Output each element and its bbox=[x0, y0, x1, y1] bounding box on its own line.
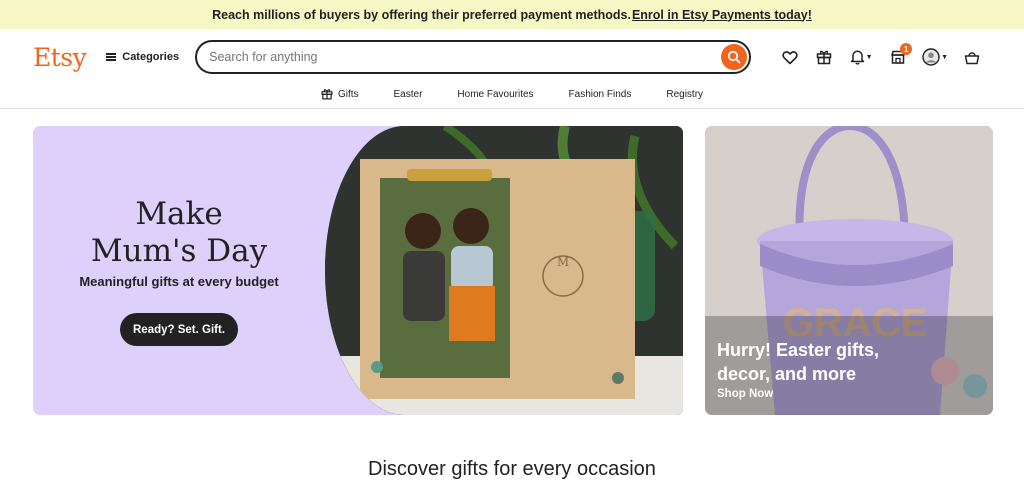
easter-promo-card[interactable]: GRACE Hurry! Easter gifts, decor, and mo… bbox=[705, 126, 993, 415]
nav-label: Registry bbox=[666, 88, 704, 100]
promo-banner-link[interactable]: Enrol in Etsy Payments today! bbox=[632, 8, 812, 22]
site-header: Etsy Categories ▼ 1 ▼ bbox=[0, 29, 1024, 85]
hero-cta-button[interactable]: Ready? Set. Gift. bbox=[120, 313, 239, 346]
hero-subtitle: Meaningful gifts at every budget bbox=[79, 274, 279, 289]
promo-banner: Reach millions of buyers by offering the… bbox=[0, 0, 1024, 29]
notifications-button[interactable]: ▼ bbox=[841, 40, 881, 74]
photo-frame-illustration: M bbox=[325, 126, 683, 415]
nav-item-registry[interactable]: Registry bbox=[666, 86, 703, 102]
nav-label: Easter bbox=[393, 88, 423, 100]
nav-label: Gifts bbox=[337, 88, 359, 100]
gifts-button[interactable] bbox=[807, 40, 841, 74]
nav-item-home-favourites[interactable]: Home Favourites bbox=[457, 86, 533, 102]
promo-banner-text: Reach millions of buyers by offering the… bbox=[212, 7, 631, 22]
header-divider bbox=[0, 108, 1024, 109]
hero-title-line1: Make bbox=[135, 196, 223, 232]
promo-title-line2: decor, and more bbox=[717, 364, 857, 384]
nav-item-easter[interactable]: Easter bbox=[394, 86, 423, 102]
gift-icon bbox=[321, 89, 333, 100]
cart-button[interactable] bbox=[955, 40, 989, 74]
search-bar bbox=[195, 40, 752, 74]
category-nav: Gifts Easter Home Favourites Fashion Fin… bbox=[0, 85, 1024, 108]
section-heading: Discover gifts for every occasion bbox=[368, 458, 656, 480]
hamburger-icon bbox=[106, 53, 117, 61]
hero-title-line2: Mum's Day bbox=[90, 233, 268, 269]
shop-now-link[interactable]: Shop Now bbox=[717, 388, 879, 400]
hero-image: M bbox=[325, 126, 683, 415]
account-button[interactable]: ▼ bbox=[915, 40, 955, 74]
nav-item-gifts[interactable]: Gifts bbox=[321, 86, 359, 102]
search-button[interactable] bbox=[721, 44, 748, 70]
categories-label: Categories bbox=[122, 51, 180, 63]
bell-icon bbox=[850, 50, 864, 65]
search-icon bbox=[728, 50, 741, 64]
avatar-icon bbox=[922, 48, 940, 66]
nav-item-fashion-finds[interactable]: Fashion Finds bbox=[569, 86, 632, 102]
promo-title-line1: Hurry! Easter gifts, bbox=[717, 340, 880, 360]
search-input[interactable] bbox=[209, 50, 722, 64]
favorites-button[interactable] bbox=[773, 40, 807, 74]
heart-icon bbox=[782, 50, 798, 64]
notification-badge: 1 bbox=[900, 43, 913, 55]
hero-banner[interactable]: M Make Mum's Day Meaningful gifts at eve… bbox=[33, 126, 683, 415]
nav-label: Home Favourites bbox=[457, 88, 534, 100]
nav-label: Fashion Finds bbox=[568, 88, 632, 100]
categories-button[interactable]: Categories bbox=[106, 51, 179, 63]
shop-manager-button[interactable]: 1 bbox=[881, 40, 915, 74]
chevron-down-icon: ▼ bbox=[865, 53, 873, 61]
gift-icon bbox=[816, 50, 832, 65]
etsy-logo[interactable]: Etsy bbox=[33, 43, 87, 72]
chevron-down-icon: ▼ bbox=[941, 53, 949, 61]
basket-icon bbox=[964, 51, 980, 64]
